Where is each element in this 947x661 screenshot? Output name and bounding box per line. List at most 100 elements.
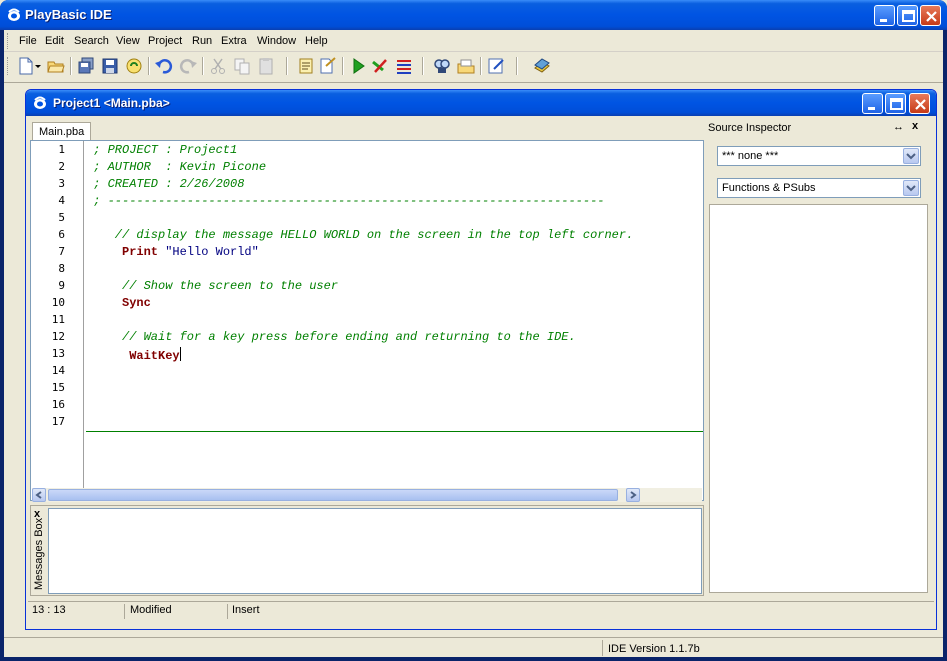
help-button[interactable] xyxy=(456,56,476,76)
code-comment: ; PROJECT : Project1 xyxy=(93,143,238,157)
menu-edit[interactable]: Edit xyxy=(45,35,64,47)
menu-project[interactable]: Project xyxy=(148,35,182,47)
new-file-dropdown[interactable] xyxy=(34,56,42,76)
toolbar-separator xyxy=(70,57,72,75)
debug-button[interactable] xyxy=(394,56,414,76)
inspector-panel[interactable] xyxy=(709,204,928,593)
copy-button[interactable] xyxy=(232,56,252,76)
project-properties-button[interactable] xyxy=(296,56,316,76)
minimize-button[interactable] xyxy=(874,5,895,26)
save-button[interactable] xyxy=(100,56,120,76)
code-line: Print "Hello World" xyxy=(122,245,259,259)
code-line: // display the message HELLO WORLD on th… xyxy=(115,228,633,242)
menu-search[interactable]: Search xyxy=(74,35,109,47)
child-minimize-button[interactable] xyxy=(862,93,883,114)
scroll-right-button[interactable] xyxy=(626,488,640,502)
tab-main-pba[interactable]: Main.pba xyxy=(32,122,91,141)
code-keyword: WaitKey xyxy=(129,349,180,363)
scroll-left-button[interactable] xyxy=(32,488,46,502)
messages-label: Messages Box xyxy=(33,517,45,590)
menu-window[interactable]: Window xyxy=(257,35,296,47)
project-window: Project1 <Main.pba> Main.pba 1 2 3 4 5 6… xyxy=(25,89,937,630)
project-window-title: Project1 <Main.pba> xyxy=(53,96,170,110)
project-properties-icon xyxy=(299,58,313,74)
menu-grip[interactable] xyxy=(7,33,10,49)
playbasic-logo-icon xyxy=(34,96,46,109)
compile-button[interactable] xyxy=(318,56,338,76)
insert-mode: Insert xyxy=(232,604,260,616)
code-keyword: Sync xyxy=(122,296,151,310)
paste-button[interactable] xyxy=(256,56,276,76)
chevron-left-icon xyxy=(35,491,42,499)
code-line: ; --------------------------------------… xyxy=(93,194,604,208)
editor-status-bar: 13 : 13 Modified Insert xyxy=(28,601,934,620)
source-select[interactable]: *** none *** xyxy=(717,146,921,166)
chevron-down-icon xyxy=(906,185,916,192)
run-button[interactable] xyxy=(348,56,368,76)
code-area[interactable]: ; PROJECT : Project1 ; AUTHOR : Kevin Pic… xyxy=(86,141,703,488)
project-window-titlebar[interactable]: Project1 <Main.pba> xyxy=(26,90,936,116)
toolbar xyxy=(4,52,943,80)
menu-extra[interactable]: Extra xyxy=(221,35,247,47)
child-maximize-button[interactable] xyxy=(885,93,906,114)
line-number: 6 xyxy=(58,228,65,241)
horizontal-scrollbar[interactable] xyxy=(32,488,702,502)
toolbar-separator xyxy=(148,57,150,75)
code-editor[interactable]: 1 2 3 4 5 6 7 8 9 10 11 12 13 14 15 16 17 ; PROJECT : Pr… xyxy=(30,140,704,502)
save-all-button[interactable] xyxy=(76,56,96,76)
menu-bar: File Edit Search View Project Run Extra … xyxy=(4,30,943,52)
messages-area[interactable] xyxy=(48,508,702,594)
code-comment: ; AUTHOR : Kevin Picone xyxy=(93,160,267,174)
new-file-button[interactable] xyxy=(16,56,36,76)
line-number: 5 xyxy=(58,211,65,224)
playbasic-logo-icon xyxy=(8,8,20,21)
open-project-button[interactable] xyxy=(124,56,144,76)
find-icon xyxy=(434,59,450,73)
menu-view[interactable]: View xyxy=(116,35,140,47)
code-line: WaitKey xyxy=(129,347,181,363)
stop-button[interactable] xyxy=(370,56,390,76)
inspector-title: Source Inspector xyxy=(708,122,792,134)
undo-button[interactable] xyxy=(154,56,174,76)
minimize-icon xyxy=(880,19,887,22)
child-close-button[interactable] xyxy=(909,93,930,114)
save-icon xyxy=(102,58,118,74)
app-title: PlayBasic IDE xyxy=(25,7,112,22)
toolbar-separator xyxy=(480,57,482,75)
documentation-button[interactable] xyxy=(532,56,552,76)
dropdown-button[interactable] xyxy=(903,148,919,164)
line-number: 2 xyxy=(58,160,65,173)
code-comment: ; --------------------------------------… xyxy=(93,194,605,208)
inspector-close-icon[interactable]: x xyxy=(912,120,918,132)
menu-file[interactable]: File xyxy=(19,35,37,47)
code-comment: // display the message HELLO WORLD on th… xyxy=(114,228,634,242)
code-line: // Wait for a key press before ending an… xyxy=(122,330,576,344)
messages-box: x Messages Box xyxy=(30,505,704,596)
line-number: 11 xyxy=(51,313,65,326)
close-button[interactable] xyxy=(920,5,941,26)
main-titlebar[interactable]: PlayBasic IDE xyxy=(0,0,947,30)
functions-select[interactable]: Functions & PSubs xyxy=(717,178,921,198)
line-number: 8 xyxy=(58,262,65,275)
text-caret xyxy=(179,347,181,361)
documentation-icon xyxy=(534,58,550,73)
menu-help[interactable]: Help xyxy=(305,35,328,47)
save-all-icon xyxy=(78,57,94,74)
line-number: 17 xyxy=(51,415,65,428)
cut-button[interactable] xyxy=(208,56,228,76)
notes-button[interactable] xyxy=(486,56,506,76)
line-number: 13 xyxy=(51,347,65,360)
pin-icon[interactable]: ↔ xyxy=(893,121,904,133)
toolbar-grip[interactable] xyxy=(7,57,10,75)
find-button[interactable] xyxy=(432,56,452,76)
menu-run[interactable]: Run xyxy=(192,35,212,47)
open-file-button[interactable] xyxy=(46,56,66,76)
redo-button[interactable] xyxy=(178,56,198,76)
maximize-button[interactable] xyxy=(897,5,918,26)
line-number: 4 xyxy=(58,194,65,207)
toolbar-separator xyxy=(202,57,204,75)
scrollbar-thumb[interactable] xyxy=(48,489,618,501)
dropdown-button[interactable] xyxy=(903,180,919,196)
line-number: 14 xyxy=(51,364,65,377)
close-icon xyxy=(915,99,926,110)
